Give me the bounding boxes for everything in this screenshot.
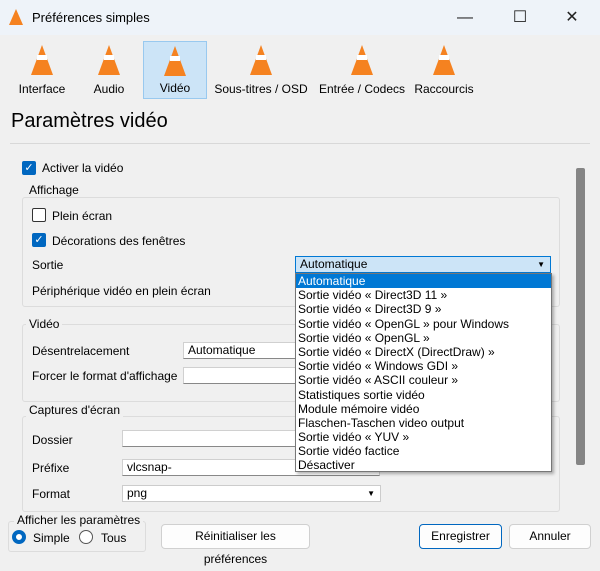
title-bar: Préférences simples — ☐ ✕ [0,0,600,35]
dropdown-option[interactable]: Sortie vidéo « DirectX (DirectDraw) » [296,345,551,359]
dropdown-option[interactable]: Désactiver [296,458,551,472]
simple-radio[interactable] [12,530,26,544]
decorations-label: Décorations des fenêtres [52,234,186,248]
deinterlace-label: Désentrelacement [32,344,130,358]
display-group-title: Affichage [26,183,82,197]
tab-video[interactable]: Vidéo [143,41,207,99]
format-label: Format [32,487,71,501]
dropdown-option[interactable]: Statistiques sortie vidéo [296,388,551,402]
output-select-value: Automatique [300,257,368,271]
minimize-button[interactable]: — [445,6,485,30]
aspect-input[interactable] [183,367,298,384]
scrollbar[interactable] [576,168,585,465]
format-select-value: png [127,486,148,500]
output-dropdown-list[interactable]: Automatique Sortie vidéo « Direct3D 11 » S… [295,273,552,472]
dropdown-option[interactable]: Module mémoire vidéo [296,402,551,416]
tab-input-codecs[interactable]: Entrée / Codecs [318,41,406,99]
vlc-cone-icon [9,9,23,25]
tab-subtitles-osd[interactable]: Sous-titres / OSD [214,41,308,99]
format-select[interactable]: png ▼ [122,485,381,502]
fullscreen-checkbox[interactable] [32,208,46,222]
reset-preferences-button[interactable]: Réinitialiser les préférences [161,524,310,566]
close-button[interactable]: ✕ [552,6,592,30]
folder-label: Dossier [32,433,73,447]
dropdown-option[interactable]: Sortie vidéo « Direct3D 9 » [296,302,551,316]
window-title: Préférences simples [32,10,150,25]
dropdown-option[interactable]: Sortie vidéo « Windows GDI » [296,359,551,373]
video-icon [164,46,186,76]
output-select[interactable]: Automatique ▼ [295,256,551,273]
fs-device-label: Périphérique vidéo en plein écran [32,284,211,298]
save-button[interactable]: Enregistrer [419,524,502,549]
video-group-title: Vidéo [26,317,63,331]
dropdown-option[interactable]: Sortie vidéo « ASCII couleur » [296,373,551,387]
deinterlace-select[interactable]: Automatique [183,342,298,359]
dropdown-option[interactable]: Sortie vidéo « Direct3D 11 » [296,288,551,302]
folder-input[interactable] [122,430,298,447]
dropdown-option[interactable]: Sortie vidéo « OpenGL » pour Windows [296,317,551,331]
chevron-down-icon: ▼ [367,489,375,498]
simple-label: Simple [33,531,70,545]
shortcuts-icon [433,45,455,75]
dropdown-option[interactable]: Sortie vidéo factice [296,444,551,458]
page-title: Paramètres vidéo [11,110,168,132]
tab-shortcuts[interactable]: Raccourcis [412,41,476,99]
subtitles-icon [250,45,272,75]
all-label: Tous [101,531,127,545]
dropdown-option[interactable]: Automatique [296,274,551,289]
show-settings-title: Afficher les paramètres [14,513,144,527]
dropdown-option[interactable]: Sortie vidéo « YUV » [296,430,551,444]
audio-icon [98,45,120,75]
interface-icon [31,45,53,75]
dropdown-option[interactable]: Sortie vidéo « OpenGL » [296,331,551,345]
prefix-label: Préfixe [32,461,70,475]
aspect-label: Forcer le format d'affichage [32,369,178,383]
snapshots-group-title: Captures d'écran [26,403,124,417]
decorations-checkbox[interactable]: ✓ [32,233,46,247]
tab-interface[interactable]: Interface [10,41,74,99]
divider [10,143,590,144]
all-radio[interactable] [79,530,93,544]
cancel-button[interactable]: Annuler [509,524,591,549]
enable-video-label: Activer la vidéo [42,161,124,175]
chevron-down-icon: ▼ [537,260,545,269]
tab-audio[interactable]: Audio [77,41,141,99]
output-label: Sortie [32,258,64,272]
codecs-icon [351,45,373,75]
fullscreen-label: Plein écran [52,209,113,223]
enable-video-checkbox[interactable]: ✓ [22,161,36,175]
dropdown-option[interactable]: Flaschen-Taschen video output [296,416,551,430]
maximize-button[interactable]: ☐ [500,6,540,30]
